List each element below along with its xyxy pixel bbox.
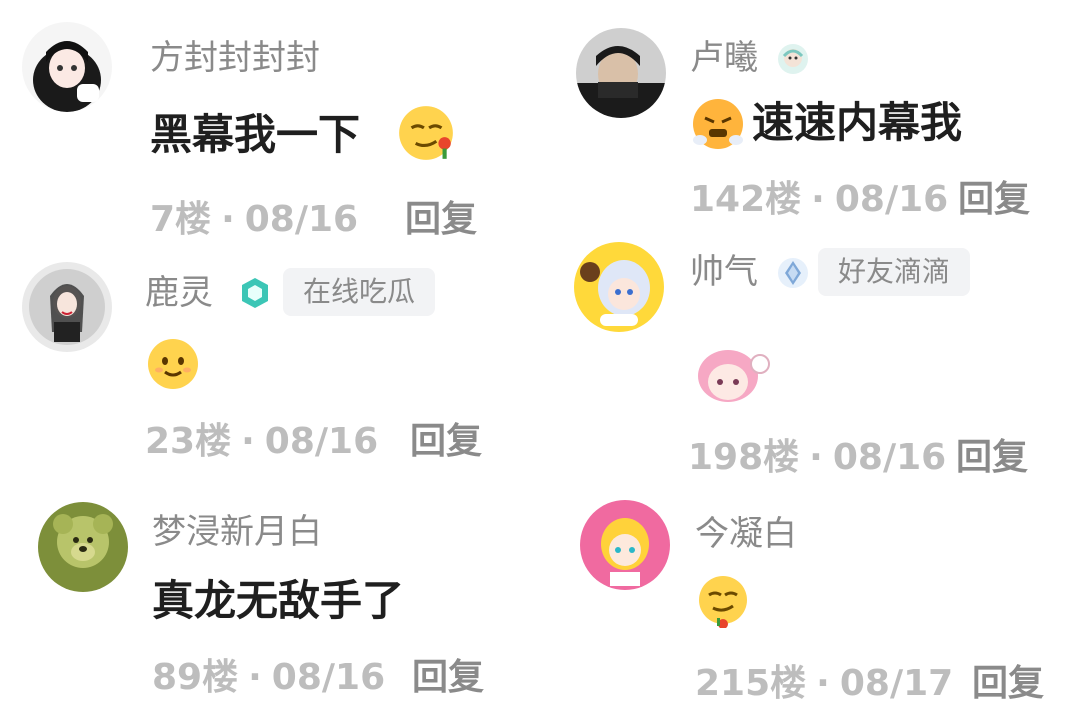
comment-date: 08/16 bbox=[271, 657, 386, 698]
separator: · bbox=[811, 179, 825, 220]
user-tag: 好友滴滴 bbox=[818, 248, 971, 296]
comment-meta: 142楼 · 08/16 bbox=[690, 178, 948, 222]
angry-steam-emoji bbox=[690, 96, 746, 152]
floor-number: 89楼 bbox=[152, 657, 239, 698]
reply-button[interactable]: 回复 bbox=[958, 178, 1030, 222]
reply-button[interactable]: 回复 bbox=[405, 198, 477, 242]
comment-date: 08/16 bbox=[264, 421, 379, 462]
comment-text: 速速内幕我 bbox=[752, 98, 963, 147]
comment-meta: 215楼 · 08/17 bbox=[695, 662, 953, 706]
reply-button[interactable]: 回复 bbox=[972, 662, 1044, 706]
comment-date: 08/16 bbox=[832, 437, 947, 478]
avatar[interactable] bbox=[576, 28, 666, 118]
comment-text: 真龙无敌手了 bbox=[152, 576, 405, 625]
username[interactable]: 帅气 bbox=[690, 252, 758, 292]
avatar[interactable] bbox=[22, 22, 112, 112]
comment-meta: 23楼 · 08/16 bbox=[145, 420, 378, 464]
avatar[interactable] bbox=[580, 500, 670, 590]
avatar[interactable] bbox=[22, 262, 112, 352]
comment-date: 08/16 bbox=[834, 179, 949, 220]
floor-number: 23楼 bbox=[145, 421, 232, 462]
username[interactable]: 今凝白 bbox=[695, 514, 797, 554]
separator: · bbox=[809, 437, 823, 478]
reply-button[interactable]: 回复 bbox=[410, 420, 482, 464]
smirk-flower-emoji bbox=[395, 102, 457, 164]
username[interactable]: 梦浸新月白 bbox=[152, 512, 322, 552]
floor-number: 215楼 bbox=[695, 663, 807, 704]
comment-meta: 7楼 · 08/16 bbox=[150, 198, 358, 242]
comment-date: 08/17 bbox=[839, 663, 954, 704]
comment-date: 08/16 bbox=[244, 199, 359, 240]
comment-meta: 198楼 · 08/16 bbox=[688, 436, 946, 480]
teal-hexagon-badge-icon bbox=[238, 276, 272, 310]
reply-button[interactable]: 回复 bbox=[956, 436, 1028, 480]
comment-meta: 89楼 · 08/16 bbox=[152, 656, 385, 700]
floor-number: 7楼 bbox=[150, 199, 212, 240]
user-tag: 在线吃瓜 bbox=[283, 268, 436, 316]
floor-number: 142楼 bbox=[690, 179, 802, 220]
blue-crystal-badge-icon bbox=[776, 256, 810, 290]
username[interactable]: 方封封封封 bbox=[150, 38, 320, 78]
username[interactable]: 鹿灵 bbox=[145, 273, 213, 313]
separator: · bbox=[816, 663, 830, 704]
smile-emoji bbox=[145, 336, 201, 392]
anime-badge-icon bbox=[776, 42, 810, 76]
comment-text: 黑幕我一下 bbox=[150, 110, 361, 159]
avatar[interactable] bbox=[574, 242, 664, 332]
separator: · bbox=[241, 421, 255, 462]
pink-hair-girl-sticker bbox=[690, 342, 774, 406]
separator: · bbox=[248, 657, 262, 698]
reply-button[interactable]: 回复 bbox=[412, 656, 484, 700]
avatar[interactable] bbox=[38, 502, 128, 592]
floor-number: 198楼 bbox=[688, 437, 800, 478]
smirk-flower-emoji bbox=[695, 572, 751, 628]
username[interactable]: 卢曦 bbox=[690, 38, 758, 78]
separator: · bbox=[221, 199, 235, 240]
